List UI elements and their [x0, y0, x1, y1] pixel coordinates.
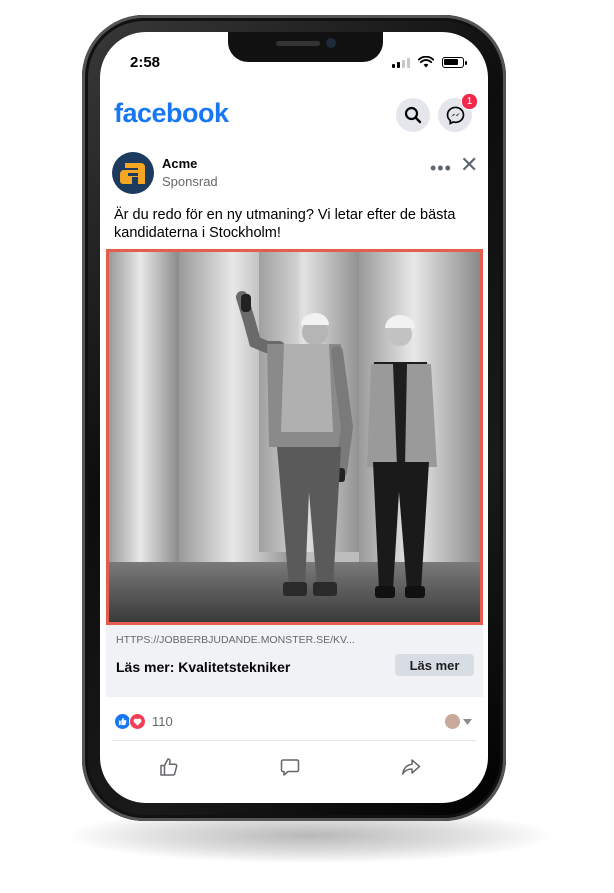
chevron-down-icon	[463, 718, 472, 725]
reaction-summary[interactable]: 110	[114, 713, 173, 730]
close-icon[interactable]: ✕	[460, 152, 478, 178]
signal-icon	[392, 58, 410, 68]
link-url: HTTPS://JOBBERBJUDANDE.MONSTER.SE/KV...	[116, 634, 355, 646]
workers-photo	[109, 252, 480, 622]
comment-icon	[280, 759, 300, 776]
status-icons	[392, 56, 467, 68]
notification-badge: 1	[461, 93, 478, 110]
viewer-selector[interactable]	[445, 714, 472, 729]
share-button[interactable]	[398, 754, 424, 780]
post-header: Acme Sponsrad ••• ✕	[112, 152, 478, 198]
battery-icon	[442, 57, 467, 68]
divider	[112, 740, 476, 741]
page-name[interactable]: Acme	[162, 156, 197, 171]
viewer-avatar	[445, 714, 460, 729]
like-icon	[160, 758, 178, 776]
speaker	[276, 41, 320, 46]
share-icon	[402, 759, 421, 775]
ad-image[interactable]	[106, 249, 483, 625]
search-button[interactable]	[396, 98, 430, 132]
post-text: Är du redo för en ny utmaning? Vi letar …	[114, 207, 456, 241]
love-reaction-icon	[129, 713, 146, 730]
reaction-count: 110	[152, 714, 173, 729]
link-preview[interactable]: HTTPS://JOBBERBJUDANDE.MONSTER.SE/KV... …	[106, 625, 483, 697]
wifi-icon	[418, 56, 434, 68]
status-time: 2:58	[130, 54, 161, 71]
link-title: Läs mer: Kvalitetstekniker	[116, 659, 291, 675]
like-button[interactable]	[156, 754, 182, 780]
acme-logo	[120, 163, 145, 184]
notch	[228, 32, 383, 62]
sponsored-label: Sponsrad	[162, 174, 218, 189]
phone-screen: 2:58 facebook 1 Acme Sponsrad ••• ✕ Är d…	[100, 32, 488, 803]
messenger-button[interactable]: 1	[438, 93, 478, 132]
front-camera	[326, 38, 336, 48]
search-icon	[404, 106, 422, 124]
page-avatar[interactable]	[112, 152, 154, 194]
more-icon[interactable]: •••	[430, 158, 452, 179]
facebook-logo[interactable]: facebook	[114, 98, 229, 129]
learn-more-button[interactable]: Läs mer	[395, 654, 474, 676]
messenger-icon	[446, 106, 464, 125]
comment-button[interactable]	[277, 754, 303, 780]
